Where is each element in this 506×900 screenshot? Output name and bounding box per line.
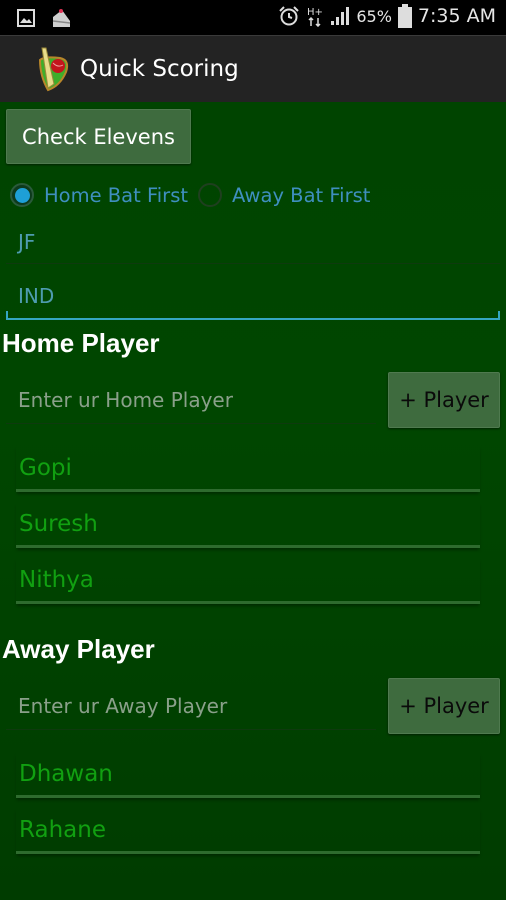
away-player-input[interactable]: Enter ur Away Player <box>6 684 376 730</box>
home-player-input[interactable]: Enter ur Home Player <box>6 378 376 424</box>
clock: 7:35 AM <box>417 5 496 27</box>
add-away-player-button[interactable]: + Player <box>388 678 500 734</box>
gallery-icon <box>17 9 35 27</box>
away-team-value: IND <box>18 284 55 308</box>
main-content: Check Elevens Home Bat First Away Bat Fi… <box>0 102 506 900</box>
home-player-item[interactable]: Suresh <box>16 502 480 548</box>
away-player-item[interactable]: Dhawan <box>16 752 480 798</box>
player-name: Gopi <box>19 455 72 481</box>
player-name: Rahane <box>19 817 106 843</box>
cake-icon <box>52 9 71 27</box>
svg-text:H+: H+ <box>307 7 323 18</box>
player-name: Suresh <box>19 511 98 537</box>
status-bar: H+ 65% 7:35 AM <box>0 0 506 35</box>
batting-order-radio-group: Home Bat First Away Bat First <box>10 179 380 211</box>
app-title: Quick Scoring <box>80 56 239 82</box>
player-name: Nithya <box>19 567 94 593</box>
away-bat-first-radio[interactable] <box>198 183 222 207</box>
cricket-bat-ball-icon[interactable] <box>34 46 74 92</box>
away-bat-first-label[interactable]: Away Bat First <box>232 184 370 207</box>
action-bar: Quick Scoring <box>0 35 506 102</box>
hplus-data-icon: H+ <box>307 7 323 27</box>
home-player-item[interactable]: Gopi <box>16 446 480 492</box>
battery-percent: 65% <box>356 6 392 26</box>
away-player-item[interactable]: Rahane <box>16 808 480 854</box>
home-player-placeholder: Enter ur Home Player <box>18 388 233 412</box>
home-team-field[interactable]: JF <box>6 222 500 264</box>
home-team-value: JF <box>18 230 36 254</box>
home-player-heading: Home Player <box>2 328 160 358</box>
check-elevens-button[interactable]: Check Elevens <box>6 109 191 164</box>
battery-icon <box>397 4 412 28</box>
away-player-placeholder: Enter ur Away Player <box>18 694 228 718</box>
away-team-field[interactable]: IND <box>6 274 500 320</box>
add-home-player-button[interactable]: + Player <box>388 372 500 428</box>
alarm-icon <box>279 6 300 26</box>
away-player-heading: Away Player <box>2 634 155 664</box>
home-player-item[interactable]: Nithya <box>16 558 480 604</box>
home-bat-first-label[interactable]: Home Bat First <box>44 184 188 207</box>
home-bat-first-radio[interactable] <box>10 183 34 207</box>
signal-icon <box>331 7 350 25</box>
player-name: Dhawan <box>19 761 113 787</box>
